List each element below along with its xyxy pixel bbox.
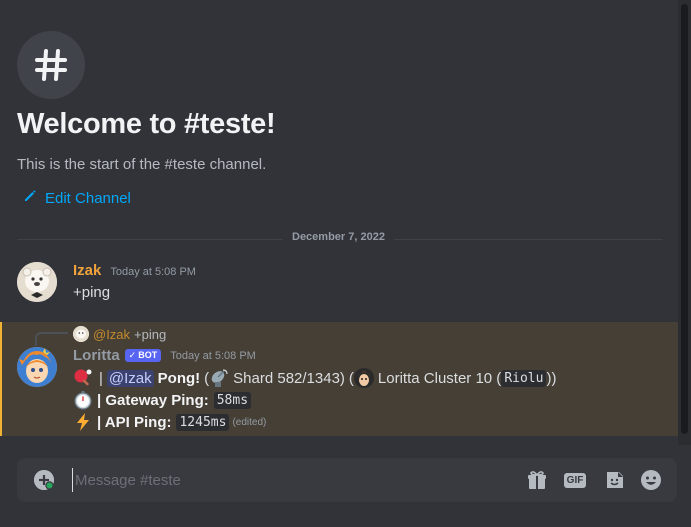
author-name[interactable]: Loritta: [73, 347, 120, 364]
message-line: | Gateway Ping: 58ms: [73, 390, 252, 410]
date-divider-label: December 7, 2022: [283, 231, 394, 243]
shard-info: Shard 582/1343): [233, 369, 345, 387]
gateway-ping-label: | Gateway Ping:: [97, 391, 209, 409]
cluster-code: Riolu: [501, 369, 547, 387]
edited-label: (edited): [232, 416, 267, 428]
emoji-icon[interactable]: [640, 469, 662, 491]
check-icon: ✓: [128, 350, 137, 360]
timestamp: Today at 5:08 PM: [110, 266, 196, 278]
avatar[interactable]: [17, 262, 57, 302]
sticker-icon[interactable]: [604, 469, 626, 491]
timestamp: Today at 5:08 PM: [170, 349, 256, 362]
lightning-icon: [73, 412, 93, 432]
api-ping-label: | API Ping:: [97, 413, 172, 431]
edit-channel-button[interactable]: Edit Channel: [23, 189, 131, 207]
ping-pong-icon: [73, 368, 93, 388]
scrollbar-thumb[interactable]: [681, 4, 688, 434]
pong-label: Pong!: [157, 369, 201, 387]
gift-icon[interactable]: [526, 469, 548, 491]
stopwatch-icon: [73, 390, 93, 410]
welcome-title: Welcome to #teste!: [17, 108, 276, 140]
gif-icon[interactable]: GIF: [563, 469, 587, 491]
satellite-dish-icon: [209, 368, 229, 388]
message-line: | @Izak Pong! ( Shard 582/1343) ( Loritt…: [73, 368, 556, 388]
separator: |: [99, 369, 103, 387]
bot-tag-label: BOT: [138, 350, 158, 360]
message-header: Loritta ✓ BOT Today at 5:08 PM: [73, 347, 256, 364]
message-line: | API Ping: 1245ms (edited): [73, 412, 266, 432]
message-composer: GIF: [17, 458, 677, 502]
avatar[interactable]: [17, 347, 57, 387]
pencil-icon: [23, 189, 37, 207]
api-ping-value: 1245ms: [176, 413, 230, 431]
message-header: Izak Today at 5:08 PM: [73, 262, 196, 279]
message-content: +ping: [73, 284, 111, 301]
message-input[interactable]: [72, 468, 495, 492]
bot-tag: ✓ BOT: [124, 349, 162, 362]
user-mention[interactable]: @Izak: [106, 369, 154, 387]
message-list[interactable]: Welcome to #teste! This is the start of …: [0, 0, 678, 445]
reply-spine: [35, 332, 68, 346]
riolu-avatar-icon: [353, 368, 374, 388]
author-name[interactable]: Izak: [73, 262, 101, 279]
gateway-ping-value: 58ms: [213, 391, 252, 409]
reply-reference[interactable]: @Izak +ping: [73, 326, 166, 342]
reply-mention[interactable]: @Izak: [93, 327, 130, 342]
welcome-subtitle: This is the start of the #teste channel.: [17, 156, 267, 173]
gif-label: GIF: [563, 472, 587, 488]
cluster-info: Loritta Cluster 10 (: [377, 369, 502, 387]
reply-avatar: [73, 326, 89, 342]
hashtag-icon: [17, 31, 85, 99]
close-paren: )): [546, 369, 557, 387]
reply-text: +ping: [134, 326, 167, 342]
add-circle-icon[interactable]: [34, 470, 54, 490]
edit-channel-label: Edit Channel: [45, 189, 131, 207]
scrollbar[interactable]: [678, 0, 691, 445]
